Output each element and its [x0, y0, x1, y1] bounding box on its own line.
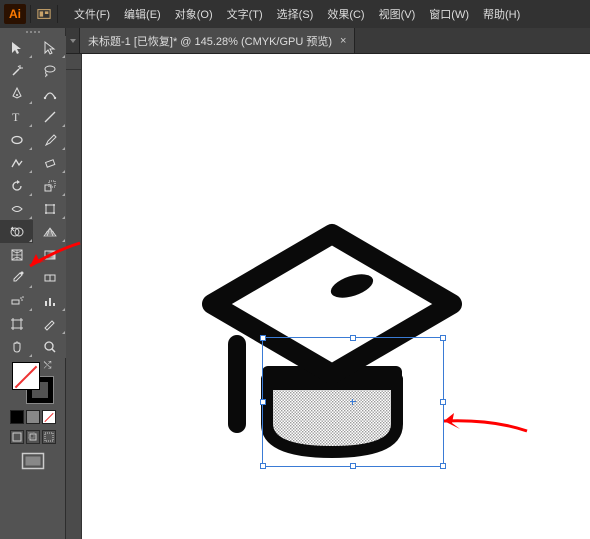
bbox-handle[interactable]	[440, 463, 446, 469]
canvas[interactable]	[66, 54, 590, 539]
rectangle-tool[interactable]	[0, 128, 33, 151]
menu-window[interactable]: 窗口(W)	[423, 4, 475, 24]
color-mode-none[interactable]	[42, 410, 56, 424]
menu-edit[interactable]: 编辑(E)	[118, 4, 167, 24]
bbox-handle[interactable]	[260, 463, 266, 469]
bbox-handle[interactable]	[440, 399, 446, 405]
document-tab-strip: 未标题-1 [已恢复]* @ 145.28% (CMYK/GPU 预览) ×	[66, 28, 590, 54]
paintbrush-tool[interactable]	[33, 128, 66, 151]
draw-normal-icon[interactable]	[10, 430, 24, 444]
selection-bounding-box[interactable]	[262, 337, 444, 467]
bbox-handle[interactable]	[350, 335, 356, 341]
mesh-tool[interactable]	[0, 243, 33, 266]
line-segment-tool[interactable]	[33, 105, 66, 128]
menu-effect[interactable]: 效果(C)	[321, 4, 370, 24]
tab-overflow-icon[interactable]	[66, 28, 80, 53]
app-logo: Ai	[4, 4, 26, 24]
slice-tool[interactable]	[33, 312, 66, 335]
svg-text:T: T	[12, 110, 20, 124]
document-tab[interactable]: 未标题-1 [已恢复]* @ 145.28% (CMYK/GPU 预览) ×	[80, 28, 355, 53]
bbox-handle[interactable]	[260, 399, 266, 405]
ruler-vertical[interactable]	[66, 70, 82, 539]
bbox-handle[interactable]	[260, 335, 266, 341]
perspective-grid-tool[interactable]	[33, 220, 66, 243]
color-mode-gradient[interactable]	[26, 410, 40, 424]
fill-stroke-swatches: ⤭	[0, 358, 65, 476]
free-transform-tool[interactable]	[33, 197, 66, 220]
symbol-sprayer-tool[interactable]	[0, 289, 33, 312]
type-tool[interactable]: T	[0, 105, 33, 128]
tools-panel: T ⤭	[0, 28, 66, 539]
menu-select[interactable]: 选择(S)	[271, 4, 320, 24]
curvature-tool[interactable]	[33, 82, 66, 105]
menu-file[interactable]: 文件(F)	[68, 4, 116, 24]
hand-tool[interactable]	[0, 335, 33, 358]
pen-tool[interactable]	[0, 82, 33, 105]
screen-mode-icon[interactable]	[21, 452, 45, 470]
swap-fill-stroke-icon[interactable]: ⤭	[44, 360, 56, 372]
separator	[30, 5, 31, 23]
ruler-origin[interactable]	[66, 54, 82, 70]
application-menu-bar: Ai 文件(F) 编辑(E) 对象(O) 文字(T) 选择(S) 效果(C) 视…	[0, 0, 590, 28]
document-tab-title: 未标题-1 [已恢复]* @ 145.28% (CMYK/GPU 预览)	[88, 33, 332, 49]
width-tool[interactable]	[0, 197, 33, 220]
bbox-handle[interactable]	[350, 463, 356, 469]
eyedropper-tool[interactable]	[0, 266, 33, 289]
draw-inside-icon[interactable]	[42, 430, 56, 444]
separator	[57, 5, 58, 23]
blend-tool[interactable]	[33, 266, 66, 289]
artboard	[82, 54, 590, 539]
shaper-tool[interactable]	[0, 151, 33, 174]
column-graph-tool[interactable]	[33, 289, 66, 312]
color-mode-solid[interactable]	[10, 410, 24, 424]
scale-tool[interactable]	[33, 174, 66, 197]
shape-builder-tool[interactable]	[0, 220, 33, 243]
magic-wand-tool[interactable]	[0, 59, 33, 82]
close-icon[interactable]: ×	[340, 35, 346, 47]
menu-object[interactable]: 对象(O)	[169, 4, 219, 24]
gradient-tool[interactable]	[33, 243, 66, 266]
lasso-tool[interactable]	[33, 59, 66, 82]
direct-selection-tool[interactable]	[33, 36, 66, 59]
menu-help[interactable]: 帮助(H)	[477, 4, 526, 24]
bbox-center-icon	[350, 399, 356, 405]
fill-swatch[interactable]	[12, 362, 40, 390]
bridge-icon[interactable]	[35, 5, 53, 23]
menu-bar: 文件(F) 编辑(E) 对象(O) 文字(T) 选择(S) 效果(C) 视图(V…	[68, 4, 526, 24]
eraser-tool[interactable]	[33, 151, 66, 174]
panel-grip[interactable]	[0, 28, 65, 36]
menu-type[interactable]: 文字(T)	[221, 4, 269, 24]
rotate-tool[interactable]	[0, 174, 33, 197]
menu-view[interactable]: 视图(V)	[373, 4, 422, 24]
artboard-tool[interactable]	[0, 312, 33, 335]
draw-behind-icon[interactable]	[26, 430, 40, 444]
selection-tool[interactable]	[0, 36, 33, 59]
bbox-handle[interactable]	[440, 335, 446, 341]
zoom-tool[interactable]	[33, 335, 66, 358]
